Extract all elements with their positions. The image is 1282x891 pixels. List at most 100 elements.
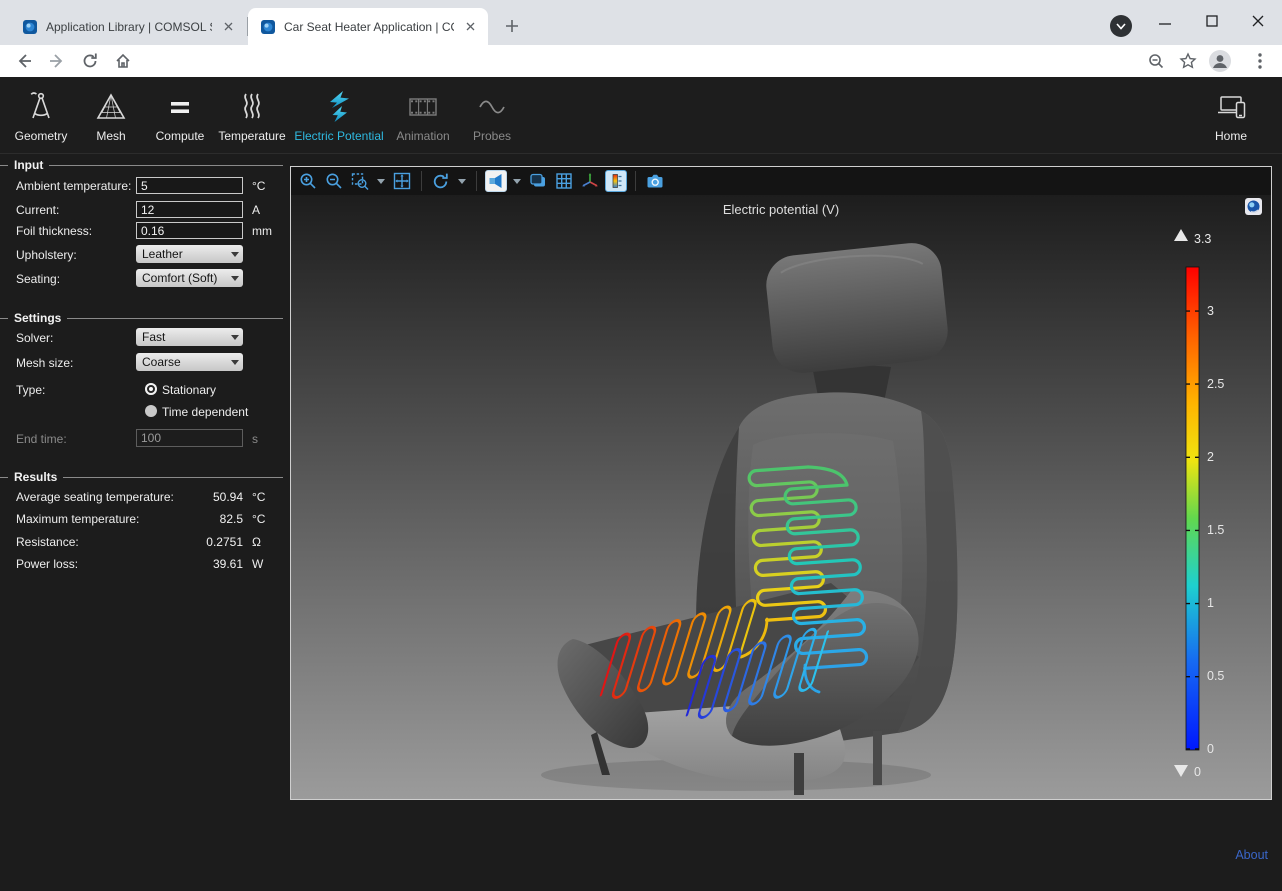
colorbar-tick-label: 3 bbox=[1207, 304, 1214, 318]
about-link[interactable]: About bbox=[1235, 848, 1268, 862]
probes-wave-icon bbox=[444, 87, 540, 127]
app-ribbon: Geometry Mesh Compute Temperature Electr… bbox=[0, 77, 1282, 154]
foil-thickness-label: Foil thickness: bbox=[16, 224, 92, 238]
ribbon-probes[interactable]: Probes bbox=[444, 87, 540, 143]
mesh-size-label: Mesh size: bbox=[16, 356, 73, 370]
current-label: Current: bbox=[16, 203, 59, 217]
zoom-box-caret[interactable] bbox=[375, 170, 387, 192]
zoom-box-button[interactable] bbox=[349, 170, 371, 192]
end-time-unit: s bbox=[252, 432, 258, 446]
tab-close-icon[interactable] bbox=[220, 19, 236, 35]
resistance-value: 0.2751 bbox=[120, 535, 243, 549]
upholstery-select[interactable]: Leather bbox=[136, 245, 243, 263]
radio-time-dependent-label[interactable]: Time dependent bbox=[162, 405, 248, 419]
chevron-down-icon bbox=[227, 360, 243, 365]
comsol-logo bbox=[1245, 198, 1262, 215]
seating-value: Comfort (Soft) bbox=[136, 271, 227, 285]
back-icon[interactable] bbox=[12, 49, 36, 73]
tab-search-button[interactable] bbox=[1110, 15, 1132, 37]
electric-potential-bolt-icon bbox=[291, 87, 387, 127]
colorbar-tick-label: 1.5 bbox=[1207, 523, 1224, 537]
home-icon[interactable] bbox=[111, 49, 135, 73]
snapshot-button[interactable] bbox=[644, 170, 666, 192]
ribbon-label: Electric Potential bbox=[291, 129, 387, 143]
show-grid-button[interactable] bbox=[553, 170, 575, 192]
colorbar-max-label: 3.3 bbox=[1194, 232, 1211, 246]
close-button[interactable] bbox=[1243, 6, 1273, 36]
tab-car-seat-heater[interactable]: Car Seat Heater Application | CO bbox=[248, 8, 488, 45]
colorbar-tick-label: 0.5 bbox=[1207, 669, 1224, 683]
reset-view-button[interactable] bbox=[430, 170, 452, 192]
home-devices-icon bbox=[1183, 87, 1279, 127]
results-section-header: Results bbox=[0, 470, 286, 484]
tab-title: Application Library | COMSOL Se bbox=[46, 20, 212, 34]
reset-view-caret[interactable] bbox=[456, 170, 468, 192]
radio-stationary[interactable] bbox=[145, 383, 157, 395]
tab-title: Car Seat Heater Application | CO bbox=[284, 20, 454, 34]
zoom-extents-button[interactable] bbox=[391, 170, 413, 192]
graphics-panel: Electric potential (V) bbox=[290, 166, 1272, 800]
colorbar-tick-label: 1 bbox=[1207, 596, 1214, 610]
zoom-in-button[interactable] bbox=[297, 170, 319, 192]
default-3d-view-button[interactable] bbox=[485, 170, 507, 192]
resistance-unit: Ω bbox=[252, 535, 261, 549]
zoom-out-button[interactable] bbox=[323, 170, 345, 192]
type-label: Type: bbox=[16, 383, 45, 397]
end-time-input bbox=[136, 429, 243, 447]
color-legend-button[interactable] bbox=[605, 170, 627, 192]
zoom-indicator-icon[interactable] bbox=[1144, 49, 1168, 73]
comsol-favicon bbox=[22, 19, 38, 35]
ribbon-electric-potential[interactable]: Electric Potential bbox=[291, 87, 387, 143]
radio-stationary-label[interactable]: Stationary bbox=[162, 383, 216, 397]
upholstery-label: Upholstery: bbox=[16, 248, 77, 262]
max-temp-unit: °C bbox=[252, 512, 265, 526]
chevron-down-icon bbox=[227, 335, 243, 340]
foil-thickness-unit: mm bbox=[252, 224, 272, 238]
end-time-label: End time: bbox=[16, 432, 67, 446]
ribbon-home[interactable]: Home bbox=[1183, 87, 1279, 143]
seating-select[interactable]: Comfort (Soft) bbox=[136, 269, 243, 287]
ribbon-label: Temperature bbox=[204, 129, 300, 143]
avg-seating-temp-value: 50.94 bbox=[120, 490, 243, 504]
input-section-header: Input bbox=[0, 158, 286, 172]
show-axes-button[interactable] bbox=[579, 170, 601, 192]
foil-thickness-input[interactable] bbox=[136, 222, 243, 239]
solver-select[interactable]: Fast bbox=[136, 328, 243, 346]
mesh-size-select[interactable]: Coarse bbox=[136, 353, 243, 371]
colorbar-tick-label: 2 bbox=[1207, 450, 1214, 464]
browser-menu-icon[interactable] bbox=[1248, 49, 1272, 73]
profile-avatar[interactable] bbox=[1208, 49, 1232, 73]
ambient-temperature-label: Ambient temperature: bbox=[16, 179, 131, 193]
upholstery-value: Leather bbox=[136, 247, 227, 261]
bookmark-star-icon[interactable] bbox=[1176, 49, 1200, 73]
tab-application-library[interactable]: Application Library | COMSOL Se bbox=[10, 8, 246, 45]
browser-tab-strip: Application Library | COMSOL Se Car Seat… bbox=[0, 0, 1282, 45]
graphics-toolbar bbox=[291, 167, 1271, 195]
solver-label: Solver: bbox=[16, 331, 53, 345]
chevron-down-icon bbox=[227, 252, 243, 257]
colorbar-tick-label: 0 bbox=[1207, 742, 1214, 756]
plot-title: Electric potential (V) bbox=[723, 202, 839, 217]
forward-icon[interactable] bbox=[45, 49, 69, 73]
minimize-button[interactable] bbox=[1150, 6, 1180, 36]
ambient-temperature-input[interactable] bbox=[136, 177, 243, 194]
mesh-size-value: Coarse bbox=[136, 355, 227, 369]
scene-light-button[interactable] bbox=[527, 170, 549, 192]
tab-close-icon[interactable] bbox=[462, 19, 478, 35]
seating-label: Seating: bbox=[16, 272, 60, 286]
default-3d-view-caret[interactable] bbox=[511, 170, 523, 192]
ribbon-temperature[interactable]: Temperature bbox=[204, 87, 300, 143]
reload-icon[interactable] bbox=[78, 49, 102, 73]
avg-seating-temp-unit: °C bbox=[252, 490, 265, 504]
radio-time-dependent[interactable] bbox=[145, 405, 157, 417]
settings-panel: Input Ambient temperature: °C Current: A… bbox=[0, 154, 286, 891]
current-input[interactable] bbox=[136, 201, 243, 218]
power-loss-unit: W bbox=[252, 557, 263, 571]
browser-address-bar: comsol.com/server-demo/app/car_seat_heat… bbox=[0, 45, 1282, 77]
new-tab-button[interactable] bbox=[500, 14, 524, 38]
chevron-down-icon bbox=[227, 276, 243, 281]
maximize-button[interactable] bbox=[1197, 6, 1227, 36]
3d-viewport[interactable]: Electric potential (V) bbox=[291, 195, 1271, 799]
settings-section-header: Settings bbox=[0, 311, 286, 325]
colorbar-tick-label: 2.5 bbox=[1207, 377, 1224, 391]
